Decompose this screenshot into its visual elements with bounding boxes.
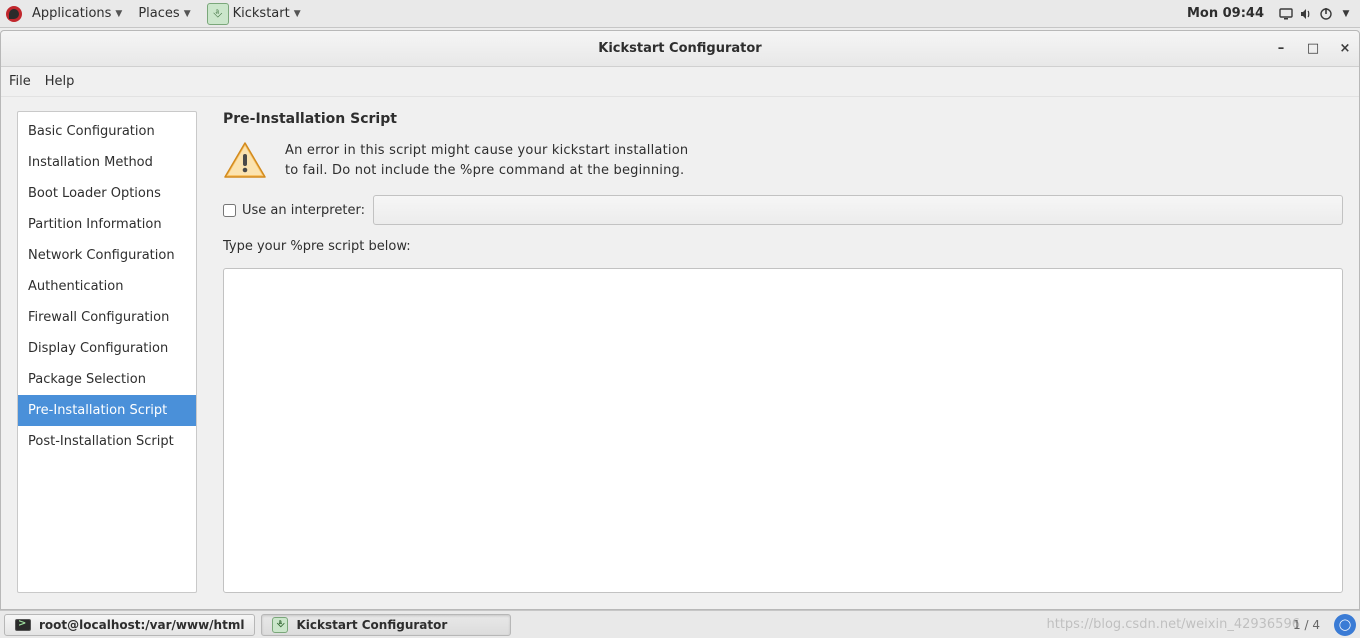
clock-label[interactable]: Mon 09:44 [1177, 6, 1274, 21]
taskbar-button-kickstart[interactable]: ⎀ Kickstart Configurator [261, 614, 511, 636]
warning-text: An error in this script might cause your… [285, 141, 688, 181]
gnome-top-panel: Applications ▼ Places ▼ ⎀ Kickstart ▼ Mo… [0, 0, 1360, 28]
warning-icon [223, 141, 267, 181]
taskbar-kickstart-label: Kickstart Configurator [296, 618, 447, 632]
app-window: Kickstart Configurator – □ × File Help B… [0, 30, 1360, 610]
places-menu[interactable]: Places ▼ [132, 4, 196, 23]
warning-row: An error in this script might cause your… [223, 141, 1343, 181]
active-app-menu[interactable]: ⎀ Kickstart ▼ [201, 1, 307, 27]
accessibility-badge-icon[interactable]: ◯ [1334, 614, 1356, 636]
power-icon[interactable] [1318, 6, 1334, 22]
workspace-pager[interactable]: 1 / 4 [1293, 618, 1328, 632]
warning-line-2: to fail. Do not include the %pre command… [285, 163, 684, 178]
minimize-button[interactable]: – [1273, 41, 1289, 57]
sidebar-item-boot-loader-options[interactable]: Boot Loader Options [18, 178, 196, 209]
use-interpreter-label[interactable]: Use an interpreter: [223, 203, 365, 218]
main-pane: Pre-Installation Script An error in this… [223, 111, 1343, 593]
distro-logo-icon [6, 6, 22, 22]
applications-menu-label: Applications [32, 6, 111, 21]
taskbar-terminal-label: root@localhost:/var/www/html [39, 618, 244, 632]
window-title: Kickstart Configurator [598, 41, 761, 56]
taskbar-button-terminal[interactable]: root@localhost:/var/www/html [4, 614, 255, 636]
pager-label: 1 / 4 [1293, 618, 1320, 632]
screen-icon[interactable] [1278, 6, 1294, 22]
sidebar-item-basic-configuration[interactable]: Basic Configuration [18, 116, 196, 147]
interpreter-input[interactable] [373, 195, 1343, 225]
gnome-bottom-taskbar: root@localhost:/var/www/html ⎀ Kickstart… [0, 610, 1360, 638]
sidebar-item-installation-method[interactable]: Installation Method [18, 147, 196, 178]
warning-line-1: An error in this script might cause your… [285, 143, 688, 158]
sidebar-item-partition-information[interactable]: Partition Information [18, 209, 196, 240]
kickstart-app-icon: ⎀ [207, 3, 229, 25]
active-app-label: Kickstart [233, 6, 290, 21]
caret-down-icon: ▼ [184, 9, 191, 19]
menu-help[interactable]: Help [45, 74, 75, 89]
sidebar-item-firewall-configuration[interactable]: Firewall Configuration [18, 302, 196, 333]
section-title: Pre-Installation Script [223, 111, 1343, 127]
window-titlebar[interactable]: Kickstart Configurator – □ × [1, 31, 1359, 67]
sidebar-item-authentication[interactable]: Authentication [18, 271, 196, 302]
places-menu-label: Places [138, 6, 179, 21]
interpreter-row: Use an interpreter: [223, 195, 1343, 225]
category-sidebar: Basic ConfigurationInstallation MethodBo… [17, 111, 197, 593]
script-hint-label: Type your %pre script below: [223, 239, 1343, 254]
use-interpreter-checkbox[interactable] [223, 204, 236, 217]
caret-down-icon: ▼ [294, 9, 301, 19]
menu-file[interactable]: File [9, 74, 31, 89]
terminal-icon [15, 619, 31, 631]
caret-down-icon: ▼ [115, 9, 122, 19]
kickstart-app-icon: ⎀ [272, 617, 288, 633]
sidebar-item-network-configuration[interactable]: Network Configuration [18, 240, 196, 271]
sidebar-item-pre-installation-script[interactable]: Pre-Installation Script [18, 395, 196, 426]
sidebar-item-display-configuration[interactable]: Display Configuration [18, 333, 196, 364]
user-menu-caret-icon[interactable]: ▼ [1338, 6, 1354, 22]
sidebar-item-post-installation-script[interactable]: Post-Installation Script [18, 426, 196, 457]
close-button[interactable]: × [1337, 41, 1353, 57]
use-interpreter-text: Use an interpreter: [242, 203, 365, 218]
pre-script-textarea[interactable] [223, 268, 1343, 593]
sidebar-item-package-selection[interactable]: Package Selection [18, 364, 196, 395]
maximize-button[interactable]: □ [1305, 41, 1321, 57]
applications-menu[interactable]: Applications ▼ [26, 4, 128, 23]
volume-icon[interactable] [1298, 6, 1314, 22]
app-menubar: File Help [1, 67, 1359, 97]
